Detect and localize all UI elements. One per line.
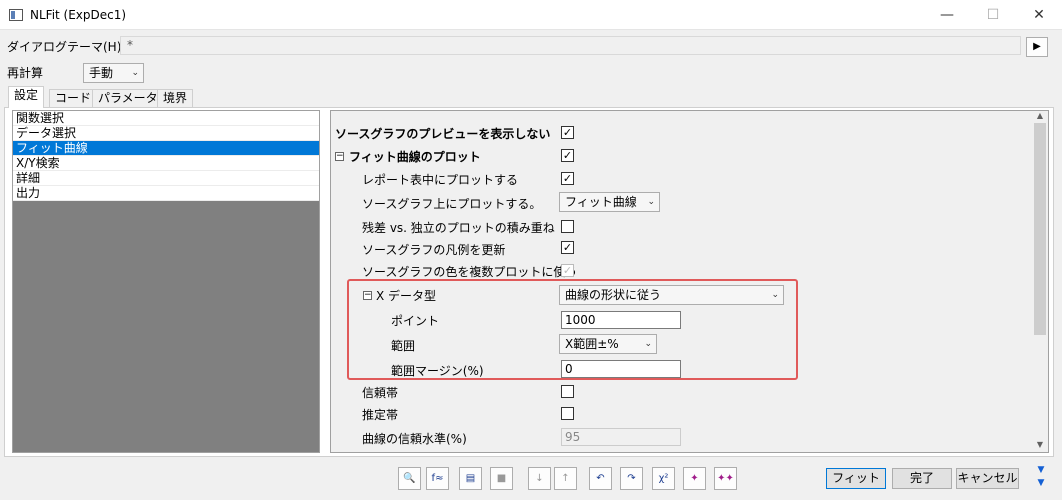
title-bar: [0, 0, 1062, 30]
expand-down-icon-2[interactable]: ▼: [1034, 479, 1048, 488]
prop-points-label: ポイント: [391, 314, 440, 328]
scroll-down-icon[interactable]: ▼: [1032, 440, 1048, 452]
vertical-scrollbar[interactable]: ▲ ▼: [1032, 111, 1048, 452]
minimize-button[interactable]: —: [924, 0, 970, 30]
list-item-output[interactable]: 出力: [13, 186, 319, 201]
list-item-xy-find[interactable]: X/Y検索: [13, 156, 319, 171]
list-item-data-select[interactable]: データ選択: [13, 126, 319, 141]
tab-settings[interactable]: 設定: [8, 86, 45, 108]
sort-down-icon[interactable]: ↓: [528, 467, 551, 490]
tab-parameters[interactable]: パラメータ: [92, 89, 164, 107]
scroll-thumb[interactable]: [1034, 123, 1046, 335]
save-icon[interactable]: ■: [490, 467, 513, 490]
fit-plot-checkbox[interactable]: ✓: [561, 149, 574, 162]
report-icon[interactable]: ▤: [459, 467, 482, 490]
prop-fit-plot-label: フィット曲線のプロット: [349, 150, 481, 164]
pred-band-checkbox[interactable]: [561, 407, 574, 420]
use-source-color-checkbox[interactable]: ✓: [561, 264, 574, 277]
preview-icon[interactable]: 🔍: [398, 467, 421, 490]
fit-one-iter-icon[interactable]: ✦: [683, 467, 706, 490]
prop-update-legend-label: ソースグラフの凡例を更新: [362, 243, 506, 257]
list-item-fitted-curve[interactable]: フィット曲線: [13, 141, 319, 156]
chevron-down-icon: ⌄: [644, 339, 652, 349]
maximize-button[interactable]: ☐: [970, 0, 1016, 30]
list-item-function-select[interactable]: 関数選択: [13, 111, 319, 126]
stack-resid-checkbox[interactable]: [561, 220, 574, 233]
prop-use-source-color-label: ソースグラフの色を複数プロットに使う: [362, 265, 578, 279]
conf-level-input[interactable]: 95: [561, 428, 681, 446]
fit-button[interactable]: フィット: [826, 468, 886, 489]
prop-pred-band-label: 推定帯: [362, 408, 399, 422]
chevron-down-icon: ⌄: [771, 290, 779, 300]
prop-x-data-type-label: X データ型: [376, 289, 437, 303]
fit-until-converge-icon[interactable]: ✦✦: [714, 467, 737, 490]
app-icon: [9, 9, 23, 21]
cancel-button[interactable]: キャンセル: [956, 468, 1019, 489]
prop-stack-resid-label: 残差 vs. 独立のプロットの積み重ね: [362, 221, 555, 235]
list-item-advanced[interactable]: 詳細: [13, 171, 319, 186]
undo-icon[interactable]: ↶: [589, 467, 612, 490]
x-data-type-select[interactable]: 曲線の形状に従う ⌄: [559, 285, 784, 305]
theme-arrow-button[interactable]: ▶: [1026, 37, 1048, 57]
theme-field[interactable]: *: [120, 36, 1021, 55]
recalc-label: 再計算: [7, 66, 44, 80]
window-title: NLFit (ExpDec1): [30, 8, 127, 22]
plot-in-report-checkbox[interactable]: ✓: [561, 172, 574, 185]
chevron-down-icon: ⌄: [131, 68, 139, 78]
plot-on-source-value: フィット曲線: [565, 195, 637, 209]
settings-tree: 関数選択 データ選択 フィット曲線 X/Y検索 詳細 出力: [13, 111, 319, 201]
tab-bounds[interactable]: 境界: [157, 89, 194, 107]
recalc-select-value: 手動: [89, 66, 114, 80]
redo-icon[interactable]: ↷: [620, 467, 643, 490]
expand-down-icon[interactable]: ▼: [1034, 466, 1048, 475]
range-select[interactable]: X範囲±% ⌄: [559, 334, 657, 354]
prop-plot-in-report-label: レポート表中にプロットする: [362, 173, 519, 187]
collapse-fit-plot-icon[interactable]: −: [335, 152, 344, 161]
scroll-up-icon[interactable]: ▲: [1032, 111, 1048, 123]
prop-conf-band-label: 信頼帯: [362, 386, 399, 400]
range-margin-input[interactable]: 0: [561, 360, 681, 378]
range-value: X範囲±%: [565, 337, 619, 351]
prop-conf-level-label: 曲線の信頼水準(%): [362, 432, 467, 446]
conf-band-checkbox[interactable]: [561, 385, 574, 398]
prop-plot-on-source-label: ソースグラフ上にプロットする。: [362, 197, 542, 211]
sort-up-icon[interactable]: ↑: [554, 467, 577, 490]
prop-range-margin-label: 範囲マージン(%): [391, 364, 484, 378]
update-legend-checkbox[interactable]: ✓: [561, 241, 574, 254]
chi-square-icon[interactable]: χ²: [652, 467, 675, 490]
no-preview-checkbox[interactable]: ✓: [561, 126, 574, 139]
theme-label: ダイアログテーマ(H): [7, 40, 122, 54]
fit-curve-icon[interactable]: f≈: [426, 467, 449, 490]
tab-code[interactable]: コード: [49, 89, 98, 107]
done-button[interactable]: 完了: [892, 468, 952, 489]
x-data-type-value: 曲線の形状に従う: [565, 288, 662, 302]
points-input[interactable]: 1000: [561, 311, 681, 329]
chevron-down-icon: ⌄: [647, 197, 655, 207]
recalc-select[interactable]: 手動 ⌄: [83, 63, 144, 83]
close-button[interactable]: ✕: [1016, 0, 1062, 30]
plot-on-source-select[interactable]: フィット曲線 ⌄: [559, 192, 660, 212]
collapse-x-data-type-icon[interactable]: −: [363, 291, 372, 300]
prop-range-label: 範囲: [391, 339, 416, 353]
prop-no-preview-label: ソースグラフのプレビューを表示しない: [335, 127, 551, 141]
